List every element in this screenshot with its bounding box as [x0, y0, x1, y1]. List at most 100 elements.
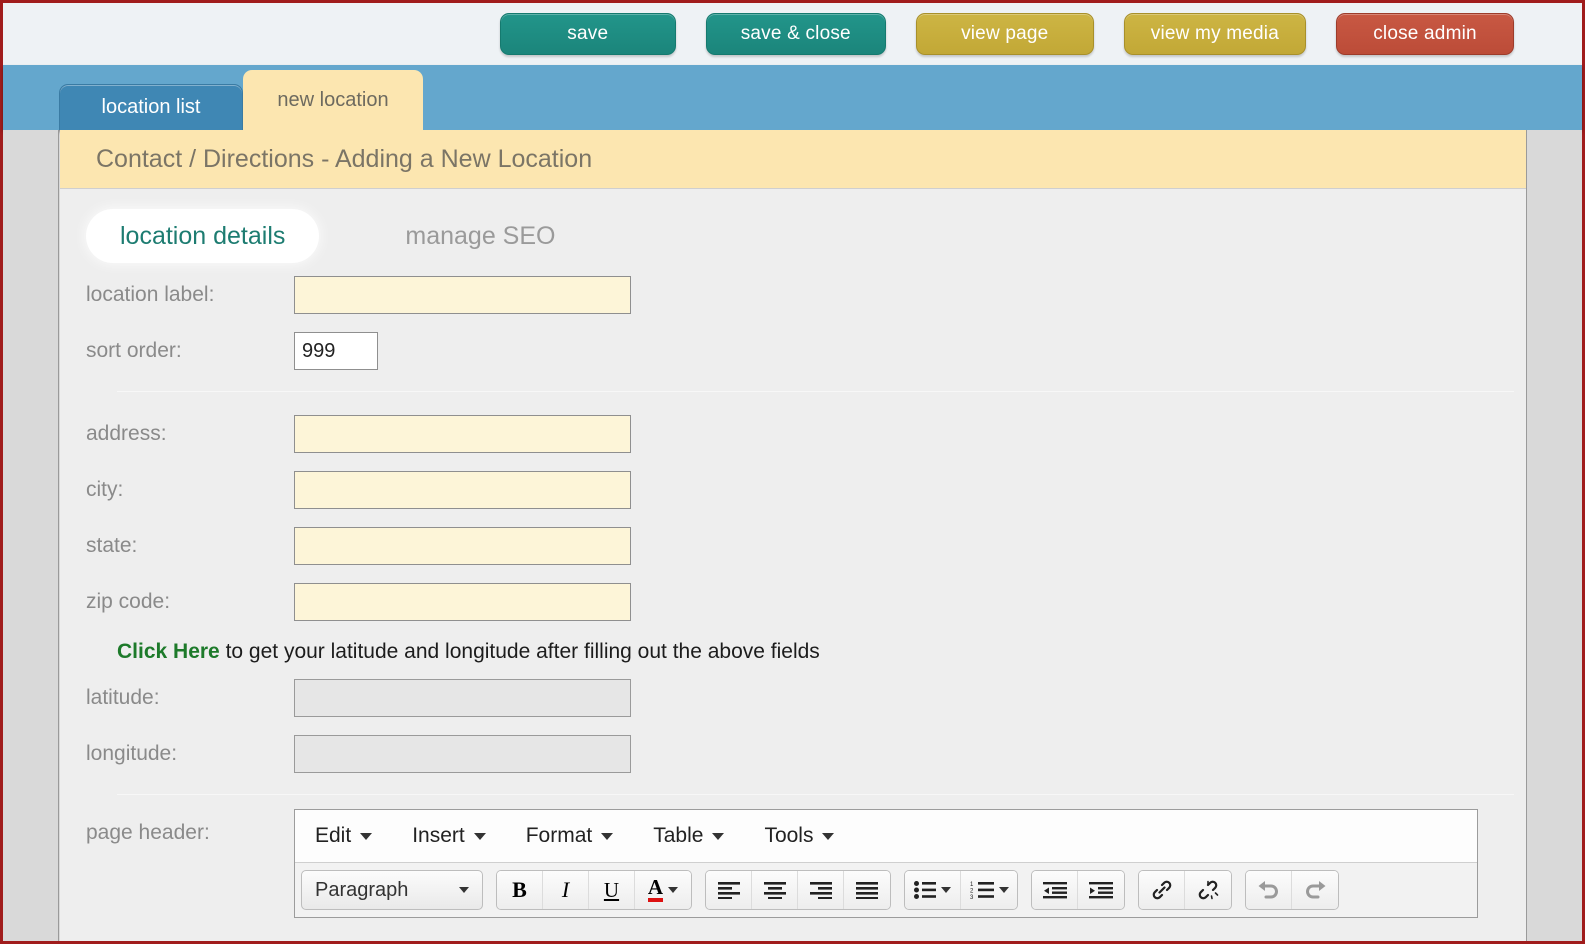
numbered-list-icon: 1 2 3: [970, 882, 994, 899]
save-button[interactable]: save: [499, 13, 676, 55]
redo-button[interactable]: [1292, 871, 1338, 909]
city-input[interactable]: [294, 471, 631, 509]
editor-toolbar: Paragraph B I U A 1 2 3: [295, 863, 1477, 917]
align-left-button[interactable]: [706, 871, 752, 909]
menu-insert-label: Insert: [412, 824, 465, 847]
close-admin-button[interactable]: close admin: [1336, 13, 1514, 55]
field-row-longitude: longitude:: [86, 726, 1526, 782]
italic-button[interactable]: I: [543, 871, 589, 909]
chevron-down-icon: [712, 832, 725, 840]
outdent-button[interactable]: [1032, 871, 1078, 909]
text-color-button[interactable]: A: [635, 871, 691, 909]
chevron-down-icon: [360, 832, 373, 840]
label-address: address:: [86, 422, 167, 445]
indent-button[interactable]: [1078, 871, 1124, 909]
menu-format-label: Format: [525, 824, 593, 847]
underline-icon: U: [603, 877, 620, 902]
menu-tools[interactable]: Tools: [764, 824, 835, 848]
svg-text:3: 3: [970, 895, 974, 899]
breadcrumb-bar: Contact / Directions - Adding a New Loca…: [60, 130, 1526, 189]
tab-manage-seo[interactable]: manage SEO: [371, 209, 589, 263]
content-panel: Contact / Directions - Adding a New Loca…: [60, 130, 1526, 941]
page-header-editor-row: page header: Edit Insert Format Table To…: [86, 809, 1526, 918]
chevron-down-icon: [601, 832, 614, 840]
align-left-icon: [717, 882, 740, 899]
link-group: [1138, 870, 1232, 910]
italic-icon: I: [561, 877, 570, 902]
svg-text:1: 1: [970, 882, 974, 888]
view-my-media-button[interactable]: view my media: [1123, 13, 1306, 55]
location-details-form: location label: sort order: address: cit…: [60, 267, 1526, 918]
tab-location-details[interactable]: location details: [86, 209, 320, 263]
label-page-header: page header:: [86, 821, 210, 844]
menu-edit[interactable]: Edit: [315, 824, 373, 848]
paragraph-style-select[interactable]: Paragraph: [301, 870, 483, 910]
bold-icon: B: [512, 877, 527, 902]
align-center-button[interactable]: [752, 871, 798, 909]
chevron-down-icon: [668, 887, 679, 893]
underline-button[interactable]: U: [589, 871, 635, 909]
field-row-sort-order: sort order:: [86, 323, 1526, 379]
indent-group: [1031, 870, 1125, 910]
menu-insert[interactable]: Insert: [412, 824, 486, 848]
tab-location-list[interactable]: location list: [59, 84, 243, 130]
sub-tab-bar: location details manage SEO: [60, 205, 1526, 267]
align-right-button[interactable]: [798, 871, 844, 909]
history-group: [1245, 870, 1339, 910]
insert-link-button[interactable]: [1139, 871, 1185, 909]
main-tab-bar: location list new location: [3, 65, 1582, 130]
zip-code-input[interactable]: [294, 583, 631, 621]
menu-table[interactable]: Table: [653, 824, 725, 848]
label-latitude: latitude:: [86, 686, 160, 709]
chevron-down-icon: [473, 832, 486, 840]
undo-button[interactable]: [1246, 871, 1292, 909]
field-row-address: address:: [86, 406, 1526, 462]
save-and-close-button[interactable]: save & close: [705, 13, 886, 55]
align-justify-icon: [856, 882, 878, 899]
form-divider-1: [117, 391, 1514, 392]
numbered-list-button[interactable]: 1 2 3: [961, 871, 1017, 909]
menu-format[interactable]: Format: [526, 824, 614, 848]
chevron-down-icon: [998, 887, 1009, 893]
tab-new-location[interactable]: new location: [243, 70, 423, 130]
label-state: state:: [86, 534, 138, 557]
paragraph-style-value: Paragraph: [315, 878, 409, 901]
click-here-link[interactable]: Click Here: [117, 640, 220, 663]
longitude-input[interactable]: [294, 735, 631, 773]
location-label-input[interactable]: [294, 276, 631, 314]
unlink-button[interactable]: [1185, 871, 1231, 909]
align-center-icon: [763, 882, 786, 899]
undo-icon: [1258, 881, 1278, 899]
chevron-down-icon: [459, 887, 469, 893]
state-input[interactable]: [294, 527, 631, 565]
bold-button[interactable]: B: [497, 871, 543, 909]
form-divider-2: [117, 794, 1514, 795]
justify-button[interactable]: [844, 871, 890, 909]
list-group: 1 2 3: [904, 870, 1018, 910]
view-page-button[interactable]: view page: [915, 13, 1094, 55]
text-format-group: B I U A: [496, 870, 692, 910]
field-row-state: state:: [86, 518, 1526, 574]
sort-order-input[interactable]: [294, 332, 378, 370]
chevron-down-icon: [822, 832, 835, 840]
geocode-note: Click Here to get your latitude and long…: [117, 640, 1526, 664]
label-longitude: longitude:: [86, 742, 178, 765]
chevron-down-icon: [941, 887, 951, 893]
top-action-bar: save save & close view page view my medi…: [3, 3, 1582, 65]
breadcrumb: Contact / Directions - Adding a New Loca…: [96, 144, 593, 173]
address-input[interactable]: [294, 415, 631, 453]
field-row-zip-code: zip code:: [86, 574, 1526, 630]
latitude-input[interactable]: [294, 679, 631, 717]
indent-icon: [1089, 882, 1113, 899]
editor-menu-bar: Edit Insert Format Table Tools: [295, 810, 1477, 863]
field-row-location-label: location label:: [86, 267, 1526, 323]
unlink-icon: [1198, 880, 1219, 900]
outdent-icon: [1042, 882, 1067, 899]
bullet-list-button[interactable]: [905, 871, 961, 909]
geocode-note-text: to get your latitude and longitude after…: [219, 640, 820, 663]
alignment-group: [705, 870, 891, 910]
label-city: city:: [86, 478, 124, 501]
svg-text:2: 2: [970, 889, 974, 895]
bullet-list-icon: [914, 881, 936, 899]
label-location-label: location label:: [86, 283, 215, 306]
